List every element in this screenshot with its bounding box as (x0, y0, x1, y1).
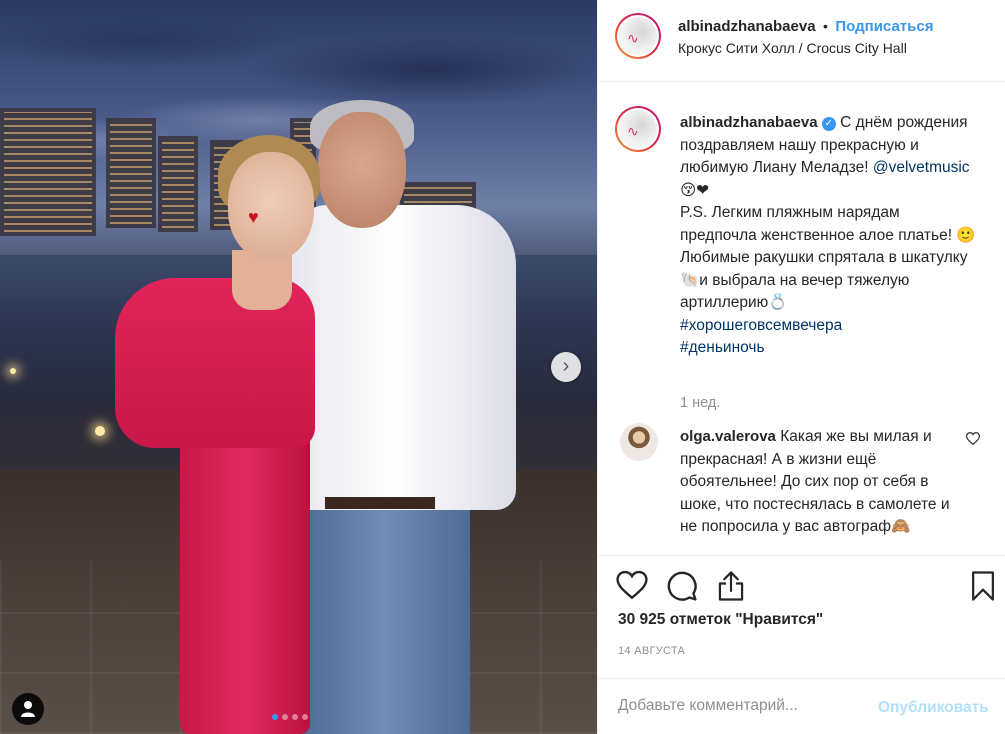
belt (325, 497, 435, 509)
post-header: albinadzhanabaeva • Подписаться Крокус С… (598, 0, 1005, 82)
caption-avatar[interactable] (615, 106, 661, 152)
username-link[interactable]: albinadzhanabaeva (678, 18, 816, 35)
follow-button[interactable]: Подписаться (835, 18, 933, 35)
caption-ps: P.S. Легким пляжным нарядам предпочла же… (680, 204, 976, 244)
post-sidebar: albinadzhanabaeva • Подписаться Крокус С… (597, 0, 1005, 734)
mention-link[interactable]: @velvetmusic (873, 159, 970, 176)
share-icon[interactable] (716, 570, 746, 607)
hashtag-link[interactable]: #деньиночь (680, 339, 765, 356)
woman-face (228, 152, 314, 260)
comment-form: Опубликовать (598, 678, 1005, 734)
comments-list[interactable]: albinadzhanabaeva ✓ С днём рождения позд… (598, 82, 1005, 555)
carousel-dot (282, 714, 288, 720)
woman-dress (180, 420, 310, 734)
likes-count[interactable]: 30 925 отметок "Нравится" (618, 611, 823, 629)
building (0, 108, 96, 236)
heart-icon[interactable] (616, 570, 648, 605)
post-date[interactable]: 14 августа (618, 645, 685, 657)
location-link[interactable]: Крокус Сити Холл / Crocus City Hall (678, 40, 907, 56)
caption-shells: Любимые ракушки спрятала в шкатулку 🐚и в… (680, 249, 968, 311)
caption-emoji: 😚❤ (680, 181, 710, 199)
man-shirt (288, 205, 516, 510)
building (158, 136, 198, 232)
dot-separator: • (823, 18, 828, 34)
carousel-dot (302, 714, 308, 720)
building (106, 118, 156, 228)
commenter-avatar[interactable] (620, 423, 658, 461)
caption-time[interactable]: 1 нед. (680, 395, 720, 411)
carousel-dot-active (272, 714, 278, 720)
man-jeans (300, 495, 470, 734)
bookmark-icon[interactable] (970, 570, 996, 607)
hashtag-link[interactable]: #хорошеговсемвечера (680, 317, 842, 334)
commenter-username[interactable]: olga.valerova (680, 428, 776, 445)
comment: olga.valerova Какая же вы милая и прекра… (680, 426, 965, 539)
caption-username[interactable]: albinadzhanabaeva (680, 114, 818, 131)
publish-button[interactable]: Опубликовать (878, 699, 989, 717)
user-icon[interactable] (12, 693, 44, 725)
avatar[interactable] (615, 13, 661, 59)
verified-badge-icon: ✓ (821, 117, 836, 131)
lamp (10, 368, 16, 374)
comment-heart-icon[interactable] (965, 432, 981, 450)
caption: albinadzhanabaeva ✓ С днём рождения позд… (680, 112, 980, 360)
carousel-indicator (272, 714, 308, 720)
comment-icon[interactable] (666, 570, 698, 607)
heart-sticker-icon: ♥ (248, 207, 259, 227)
action-bar (598, 555, 1005, 615)
carousel-dot (292, 714, 298, 720)
man-face (318, 112, 406, 228)
chevron-right-icon[interactable]: › (551, 352, 581, 382)
lamp (95, 426, 105, 436)
comment-input[interactable] (618, 691, 868, 721)
post-photo[interactable]: ♥ › (0, 0, 597, 734)
